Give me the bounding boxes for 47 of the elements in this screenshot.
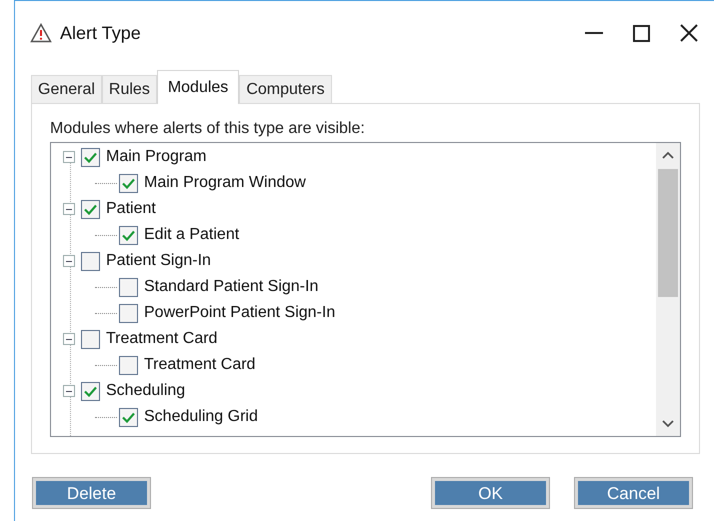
expander-icon[interactable]	[63, 151, 75, 163]
check-icon	[122, 178, 135, 188]
close-icon[interactable]	[680, 24, 698, 42]
dialog-button[interactable]: Cancel	[575, 478, 692, 508]
checkbox[interactable]	[81, 382, 100, 400]
expander-icon[interactable]	[63, 255, 75, 267]
tree-item-label[interactable]: Treatment Card	[144, 353, 256, 377]
tab[interactable]: General	[31, 75, 102, 103]
tree-item-label[interactable]: Main Program	[106, 145, 206, 169]
check-icon	[84, 204, 97, 214]
window-title: Alert Type	[60, 22, 141, 45]
checkbox[interactable]	[81, 330, 100, 348]
tab[interactable]: Rules	[102, 75, 157, 103]
checkbox[interactable]	[119, 226, 138, 244]
scrollbar[interactable]	[656, 143, 680, 436]
checkbox[interactable]	[119, 304, 138, 322]
checkbox[interactable]	[81, 200, 100, 218]
tree-item-label[interactable]: Main Program Window	[144, 171, 306, 195]
check-icon	[122, 412, 135, 422]
tree-item-label[interactable]: Scheduling Grid	[144, 405, 258, 429]
warning-icon	[30, 23, 52, 43]
caption: Modules where alerts of this type are visible:	[50, 120, 366, 138]
tree-item-label[interactable]: Patient	[106, 197, 156, 221]
tree-item-label[interactable]: Scheduling	[106, 379, 186, 403]
maximize-icon[interactable]	[633, 24, 650, 42]
tree-item-label[interactable]: PowerPoint Patient Sign-In	[144, 301, 336, 325]
checkbox[interactable]	[119, 174, 138, 192]
expander-icon[interactable]	[63, 333, 75, 345]
tree-item-label[interactable]: Treatment Card	[106, 327, 218, 351]
expander-icon[interactable]	[63, 385, 75, 397]
dialog-button[interactable]: OK	[432, 478, 549, 508]
tree-item-label[interactable]: Patient Sign-In	[106, 249, 211, 273]
dialog-button[interactable]: Delete	[33, 478, 150, 508]
check-icon	[84, 386, 97, 396]
checkbox[interactable]	[119, 278, 138, 296]
checkbox[interactable]	[119, 408, 138, 426]
checkbox[interactable]	[81, 148, 100, 166]
scroll-thumb[interactable]	[658, 169, 678, 297]
checkbox[interactable]	[81, 252, 100, 270]
tab[interactable]: Computers	[239, 75, 332, 103]
tree-item-label[interactable]: Standard Patient Sign-In	[144, 275, 318, 299]
expander-icon[interactable]	[63, 203, 75, 215]
check-icon	[84, 152, 97, 162]
checkbox[interactable]	[119, 356, 138, 374]
tree-item-label[interactable]: Edit a Patient	[144, 223, 240, 247]
tab[interactable]: Modules	[156, 70, 240, 104]
check-icon	[122, 230, 135, 240]
